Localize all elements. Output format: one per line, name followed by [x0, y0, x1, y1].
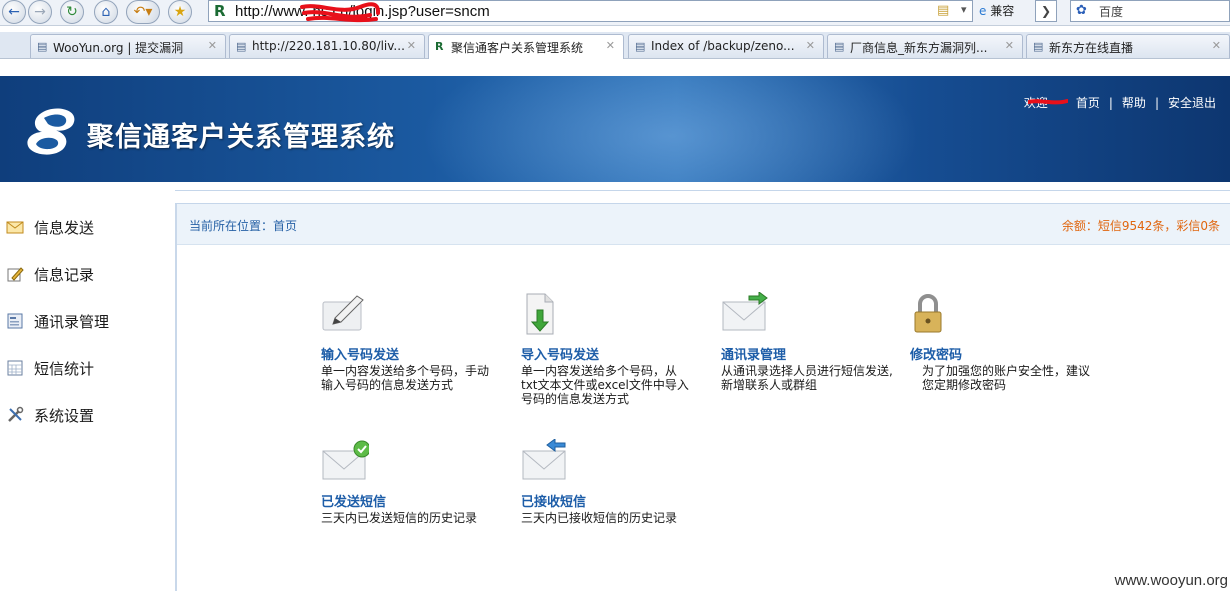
card-title[interactable]: 修改密码: [910, 344, 962, 363]
site-favicon-icon: R: [214, 2, 226, 20]
logout-link[interactable]: 安全退出: [1168, 96, 1216, 110]
close-icon[interactable]: ✕: [806, 39, 815, 52]
tab-ip-address[interactable]: ▤ http://220.181.10.80/liv... ✕: [229, 34, 425, 58]
card-title[interactable]: 导入号码发送: [521, 344, 599, 363]
separator: |: [1154, 96, 1159, 110]
sidebar-item-label: 信息发送: [34, 219, 95, 237]
watermark: www.wooyun.org: [1114, 572, 1228, 589]
breadcrumb: 当前所在位置：首页: [189, 219, 298, 233]
refresh-icon[interactable]: ↻: [60, 0, 84, 24]
envelope-sent-icon: [322, 440, 369, 480]
tab-bar: ▤ WooYun.org | 提交漏洞 ✕ ▤ http://220.181.1…: [0, 32, 1230, 59]
ie-icon: e: [979, 4, 987, 18]
tab-label: Index of /backup/zeno...: [651, 39, 795, 53]
separator: |: [1108, 96, 1113, 110]
tab-backup-index[interactable]: ▤ Index of /backup/zeno... ✕: [628, 34, 824, 58]
sidebar-item-statistics[interactable]: 短信统计: [0, 353, 160, 383]
go-arrow-icon[interactable]: ❯: [1035, 0, 1057, 22]
sidebar-item-send[interactable]: 信息发送: [0, 212, 160, 242]
card-description: 三天内已接收短信的历史记录: [521, 511, 678, 525]
tab-live[interactable]: ▤ 新东方在线直播 ✕: [1026, 34, 1230, 58]
sidebar-item-records[interactable]: 信息记录: [0, 259, 160, 289]
help-link[interactable]: 帮助: [1122, 96, 1146, 110]
card-description: 为了加强您的账户安全性，建议您定期修改密码: [922, 364, 1091, 392]
envelope-received-icon: [522, 439, 566, 480]
compat-button[interactable]: e 兼容: [979, 1, 1034, 21]
tools-icon: [8, 406, 24, 422]
tab-crm-system[interactable]: R 聚信通客户关系管理系统 ✕: [428, 34, 624, 59]
content-top-band: [175, 190, 1230, 204]
envelope-icon: [6, 221, 24, 234]
tab-label: WooYun.org | 提交漏洞: [53, 41, 184, 55]
baidu-paw-icon: ✿: [1076, 3, 1087, 18]
close-icon[interactable]: ✕: [606, 39, 615, 52]
addressbook-icon: [7, 313, 23, 329]
site-header: 聚信通客户关系管理系统 欢迎 首页 | 帮助 | 安全退出: [0, 76, 1230, 182]
card-title[interactable]: 已发送短信: [321, 491, 386, 510]
close-icon[interactable]: ✕: [1005, 39, 1014, 52]
balance-text: 余额：短信9542条，彩信0条: [1061, 219, 1220, 233]
calendar-icon: [7, 360, 23, 376]
sidebar-item-label: 短信统计: [34, 360, 95, 378]
location-bar: 当前所在位置：首页 余额：短信9542条，彩信0条: [177, 204, 1230, 245]
sidebar-item-settings[interactable]: 系统设置: [0, 400, 160, 430]
undo-icon[interactable]: ↶▾: [126, 0, 160, 24]
card-description: 单一内容发送给多个号码，手动输入号码的信息发送方式: [321, 364, 490, 392]
sidebar-item-label: 系统设置: [34, 407, 95, 425]
forward-icon[interactable]: →: [28, 0, 52, 24]
tab-vendor-info[interactable]: ▤ 厂商信息_新东方漏洞列... ✕: [827, 34, 1023, 58]
page-icon: ▤: [834, 40, 845, 53]
redaction-scribble: [300, 2, 380, 23]
card-title[interactable]: 输入号码发送: [321, 344, 399, 363]
sidebar: 信息发送 信息记录 通讯录管理 短信统计 系统设置: [0, 202, 170, 591]
browser-toolbar: ← → ↻ ⌂ ↶▾ ★ R http://www. ns.cn/login.j…: [0, 0, 1230, 26]
favorites-star-icon[interactable]: ★: [168, 0, 192, 24]
redaction-mark: [1028, 99, 1068, 105]
home-icon[interactable]: ⌂: [94, 0, 118, 24]
card-title[interactable]: 已接收短信: [521, 491, 586, 510]
card-description: 从通讯录选择人员进行短信发送,新增联系人或群组: [721, 364, 893, 392]
card-description: 单一内容发送给多个号码，从txt文本文件或excel文件中导入号码的信息发送方式: [521, 364, 689, 406]
page-icon: ▤: [1033, 40, 1044, 53]
dropdown-icon[interactable]: ▾: [961, 3, 967, 16]
card-title[interactable]: 通讯录管理: [721, 344, 786, 363]
page-icon: ▤: [635, 40, 646, 53]
search-placeholder: 百度: [1099, 5, 1124, 19]
close-icon[interactable]: ✕: [1212, 39, 1221, 52]
pencil-note-icon: [322, 295, 364, 331]
sidebar-item-contacts[interactable]: 通讯录管理: [0, 306, 160, 336]
edit-icon: [7, 267, 24, 282]
page-icon: ▤: [236, 40, 247, 53]
close-icon[interactable]: ✕: [407, 39, 416, 52]
back-icon[interactable]: ←: [2, 0, 26, 24]
tab-label: 聚信通客户关系管理系统: [451, 41, 584, 55]
card-description: 三天内已发送短信的历史记录: [321, 511, 478, 525]
sidebar-item-label: 信息记录: [34, 266, 95, 284]
tab-wooyun[interactable]: ▤ WooYun.org | 提交漏洞 ✕: [30, 34, 226, 58]
padlock-icon: [914, 294, 942, 333]
main-content: 当前所在位置：首页 余额：短信9542条，彩信0条 输入号码发送 单一内容发送给…: [175, 204, 1230, 591]
home-link[interactable]: 首页: [1076, 96, 1100, 110]
tab-label: http://220.181.10.80/liv...: [252, 39, 405, 53]
page-icon: ▤: [37, 40, 48, 53]
site-favicon-icon: R: [435, 40, 444, 53]
site-title: 聚信通客户关系管理系统: [87, 122, 395, 153]
search-input[interactable]: ✿ 百度: [1070, 0, 1230, 22]
tab-label: 厂商信息_新东方漏洞列...: [850, 41, 988, 55]
header-glow: [420, 76, 920, 182]
logo-icon: [27, 108, 75, 155]
tab-label: 新东方在线直播: [1049, 41, 1134, 55]
close-icon[interactable]: ✕: [208, 39, 217, 52]
envelope-forward-icon: [722, 292, 768, 331]
import-file-icon: [526, 293, 554, 335]
feed-icon[interactable]: ▤: [937, 3, 949, 18]
sidebar-item-label: 通讯录管理: [34, 313, 110, 331]
